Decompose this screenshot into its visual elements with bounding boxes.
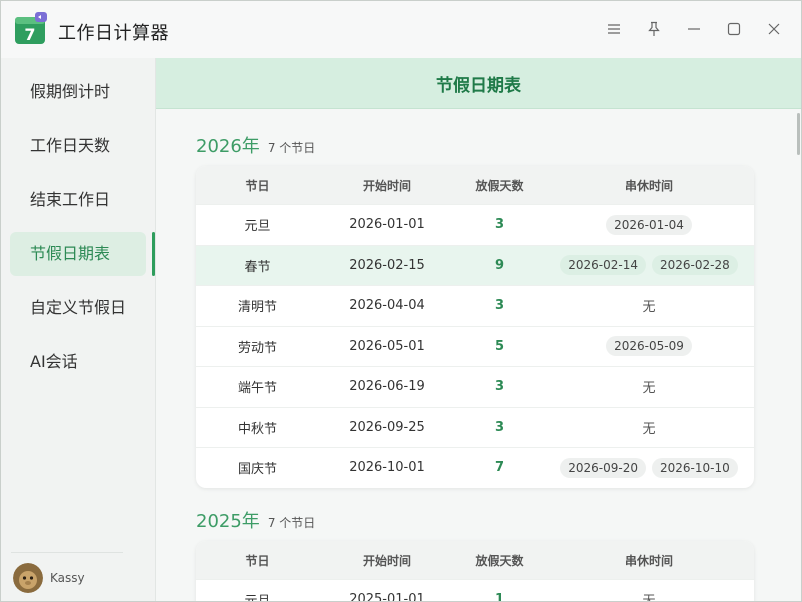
sidebar-item-workday-count[interactable]: 工作日天数 <box>10 124 146 168</box>
swap-date-chip: 2026-02-28 <box>652 255 738 276</box>
start-date: 2026-05-01 <box>349 338 425 354</box>
table-row: 元旦 2025-01-01 1 无 <box>196 579 754 602</box>
app-window: 7 工作日计算器 假期倒计时 工作日天数 结束工作日 节假日期表 自定义节假日 … <box>0 0 802 602</box>
table-row: 清明节 2026-04-04 3 无 <box>196 285 754 326</box>
holiday-name: 劳动节 <box>237 340 277 356</box>
swap-dates: 2026-09-20 2026-10-10 <box>544 457 754 478</box>
holiday-name: 元旦 <box>244 594 271 602</box>
pin-button[interactable] <box>643 18 665 40</box>
table-row: 元旦 2026-01-01 3 2026-01-04 <box>196 204 754 245</box>
holiday-table-2026: 节日 开始时间 放假天数 串休时间 元旦 2026-01-01 3 2026-0… <box>196 166 754 488</box>
main-content: 节假日期表 2026年 7 个节日 节日 开始时间 放假天数 串休时间 元旦 20… <box>156 58 801 602</box>
start-date: 2026-04-04 <box>349 298 425 314</box>
column-header-start: 开始时间 <box>362 178 411 193</box>
holiday-name: 春节 <box>244 259 271 275</box>
swap-date-chip: 2026-01-04 <box>606 214 692 235</box>
title-bar: 7 工作日计算器 <box>1 1 801 58</box>
table-row: 中秋节 2026-09-25 3 无 <box>196 406 754 448</box>
sidebar-divider <box>11 552 123 553</box>
table-header: 节日 开始时间 放假天数 串休时间 <box>196 166 754 204</box>
no-swap-label: 无 <box>642 381 656 397</box>
start-date: 2026-10-01 <box>349 460 425 476</box>
start-date: 2026-01-01 <box>349 217 425 233</box>
sidebar-item-holiday-countdown[interactable]: 假期倒计时 <box>10 70 146 114</box>
start-date: 2026-06-19 <box>349 379 425 395</box>
days-off: 3 <box>494 379 505 395</box>
table-header: 节日 开始时间 放假天数 串休时间 <box>196 541 754 579</box>
holiday-name: 中秋节 <box>237 421 277 437</box>
year-heading: 2026年 7 个节日 <box>196 132 315 158</box>
no-swap-label: 无 <box>642 300 656 316</box>
days-off: 9 <box>494 257 505 273</box>
days-off: 1 <box>494 592 505 602</box>
sidebar-item-ai-chat[interactable]: AI会话 <box>10 340 146 384</box>
days-off: 3 <box>494 419 505 435</box>
swap-dates: 无 <box>544 377 754 396</box>
holiday-name: 元旦 <box>244 219 271 235</box>
swap-dates: 无 <box>544 418 754 437</box>
start-date: 2025-01-01 <box>349 592 425 602</box>
days-off: 5 <box>494 338 505 354</box>
holiday-count: 7 个节日 <box>267 516 316 530</box>
avatar[interactable] <box>13 563 43 593</box>
page-title: 节假日期表 <box>156 58 801 109</box>
column-header-swap: 串休时间 <box>624 178 673 193</box>
table-row: 劳动节 2026-05-01 5 2026-05-09 <box>196 325 754 367</box>
year-label: 2026年 <box>196 136 260 157</box>
swap-dates: 无 <box>544 296 754 315</box>
column-header-swap: 串休时间 <box>624 553 673 568</box>
column-header-name: 节日 <box>245 553 270 568</box>
swap-date-chip: 2026-05-09 <box>606 336 692 357</box>
start-date: 2026-02-15 <box>349 257 425 273</box>
close-button[interactable] <box>763 18 785 40</box>
swap-date-chip: 2026-09-20 <box>560 457 646 478</box>
pin-icon <box>648 21 660 36</box>
year-heading: 2025年 7 个节日 <box>196 507 315 533</box>
active-nav-indicator <box>152 232 155 276</box>
minimize-icon <box>688 28 700 30</box>
holiday-name: 国庆节 <box>237 462 277 478</box>
swap-date-chip: 2026-02-14 <box>560 255 646 276</box>
user-avatar-image <box>13 563 43 593</box>
maximize-button[interactable] <box>723 18 745 40</box>
menu-button[interactable] <box>603 18 625 40</box>
scrollbar[interactable] <box>797 113 800 155</box>
no-swap-label: 无 <box>642 594 656 602</box>
swap-dates: 无 <box>544 590 754 602</box>
sidebar-item-holiday-table[interactable]: 节假日期表 <box>10 232 146 276</box>
swap-dates: 2026-02-14 2026-02-28 <box>544 255 754 276</box>
holiday-table-2025: 节日 开始时间 放假天数 串休时间 元旦 2025-01-01 1 无 <box>196 541 754 602</box>
maximize-icon <box>727 22 741 36</box>
holiday-count: 7 个节日 <box>267 141 316 155</box>
days-off: 7 <box>494 460 505 476</box>
swap-dates: 2026-01-04 <box>544 214 754 235</box>
start-date: 2026-09-25 <box>349 419 425 435</box>
sidebar: 假期倒计时 工作日天数 结束工作日 节假日期表 自定义节假日 AI会话 Kass… <box>1 58 156 601</box>
sidebar-item-end-workday[interactable]: 结束工作日 <box>10 178 146 222</box>
column-header-start: 开始时间 <box>362 553 411 568</box>
column-header-days: 放假天数 <box>475 178 524 193</box>
close-icon <box>768 23 780 35</box>
holiday-name: 清明节 <box>237 300 277 316</box>
sidebar-item-custom-holidays[interactable]: 自定义节假日 <box>10 286 146 330</box>
app-title: 工作日计算器 <box>58 23 169 44</box>
minimize-button[interactable] <box>683 18 705 40</box>
calendar-app-icon: 7 <box>15 12 47 44</box>
menu-icon <box>608 24 620 34</box>
swap-date-chip: 2026-10-10 <box>652 457 738 478</box>
username: Kassy <box>50 571 85 585</box>
app-icon-number: 7 <box>24 25 35 44</box>
holiday-name: 端午节 <box>237 381 277 397</box>
column-header-name: 节日 <box>245 178 270 193</box>
swap-dates: 2026-05-09 <box>544 336 754 357</box>
table-row: 国庆节 2026-10-01 7 2026-09-20 2026-10-10 <box>196 447 754 488</box>
year-label: 2025年 <box>196 511 260 532</box>
days-off: 3 <box>494 217 505 233</box>
days-off: 3 <box>494 298 505 314</box>
table-row: 端午节 2026-06-19 3 无 <box>196 366 754 407</box>
table-row: 春节 2026-02-15 9 2026-02-14 2026-02-28 <box>196 244 754 285</box>
column-header-days: 放假天数 <box>475 553 524 568</box>
no-swap-label: 无 <box>642 421 656 437</box>
